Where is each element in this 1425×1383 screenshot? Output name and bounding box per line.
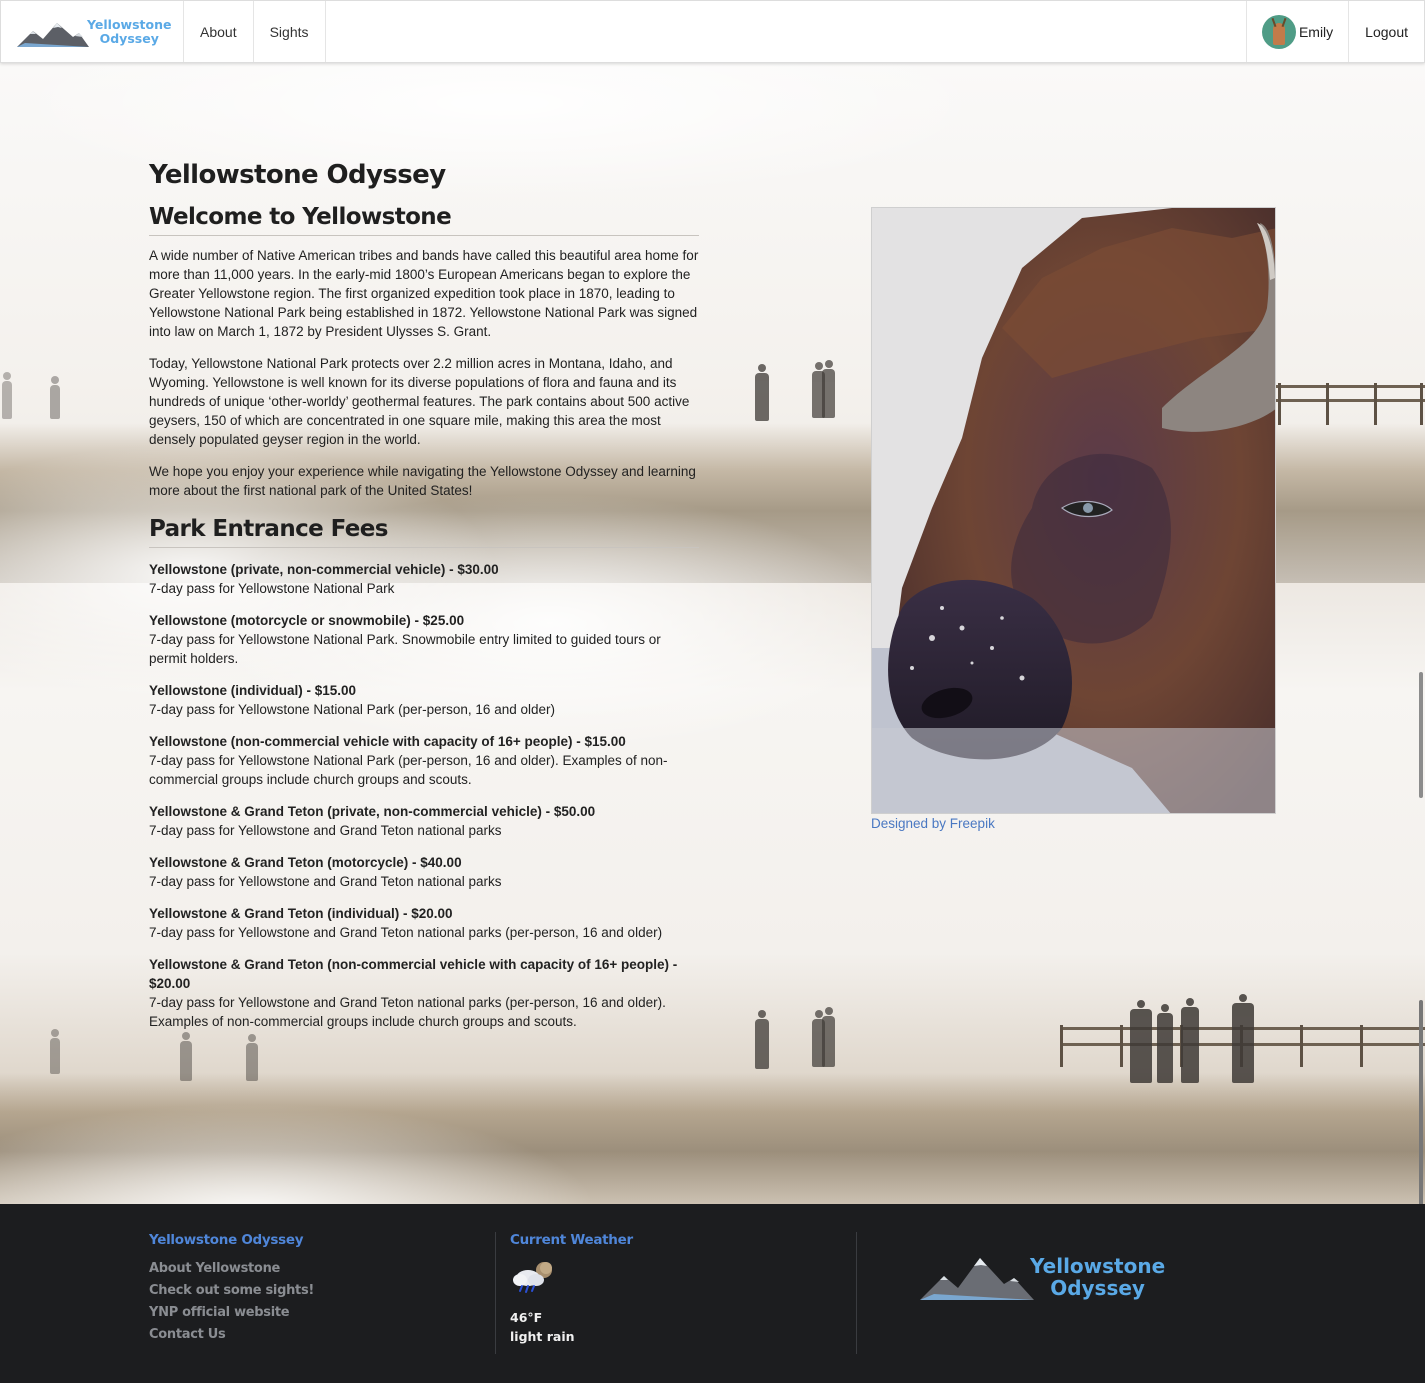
fee-desc: 7-day pass for Yellowstone National Park… [149, 632, 661, 666]
fee-title: Yellowstone (motorcycle or snowmobile) -… [149, 613, 465, 628]
hiker-figure [822, 360, 835, 418]
user-menu[interactable]: Emily [1245, 1, 1350, 62]
logout-link[interactable]: Logout [1349, 1, 1424, 62]
intro-paragraph: Today, Yellowstone National Park protect… [149, 356, 690, 447]
brand-text: Yellowstone Odyssey [87, 16, 172, 46]
footer-links: About Yellowstone Check out some sights!… [149, 1258, 314, 1346]
page-title: Yellowstone Odyssey [149, 160, 446, 190]
fee-title: Yellowstone & Grand Teton (private, non-… [149, 804, 596, 819]
fee-desc: 7-day pass for Yellowstone and Grand Tet… [149, 995, 666, 1029]
intro-paragraph: A wide number of Native American tribes … [149, 248, 699, 339]
hiker-figure [246, 1034, 258, 1081]
brand-line1: Yellowstone [87, 16, 172, 32]
mountain-logo-icon [17, 22, 89, 47]
fee-item: Yellowstone (private, non-commercial veh… [149, 560, 699, 598]
hiker-figure [755, 1010, 769, 1069]
intro-paragraph: We hope you enjoy your experience while … [149, 464, 696, 498]
weather-temperature: 46°F [510, 1310, 543, 1325]
brand-line2: Odyssey [99, 30, 159, 46]
fee-item: Yellowstone & Grand Teton (motorcycle) -… [149, 853, 699, 891]
top-navbar: Yellowstone Odyssey About Sights Emily L… [0, 0, 1425, 63]
fee-title: Yellowstone & Grand Teton (individual) -… [149, 906, 453, 921]
brand-logo[interactable]: Yellowstone Odyssey [1, 1, 184, 62]
hiker-figure [822, 1007, 835, 1067]
welcome-heading: Welcome to Yellowstone [149, 202, 699, 236]
user-name: Emily [1298, 23, 1334, 40]
footer-weather-column: Current Weather 46°F light rain [510, 1232, 633, 1346]
rain-cloud-icon [510, 1260, 556, 1296]
bison-photo [871, 207, 1276, 814]
weather-title: Current Weather [510, 1232, 633, 1248]
footer-logo[interactable]: Yellowstone Odyssey [920, 1254, 1165, 1300]
footer-divider [495, 1232, 496, 1354]
hiker-figure [1232, 994, 1254, 1083]
footer-link-sights[interactable]: Check out some sights! [149, 1280, 314, 1302]
hiker-figure [50, 376, 60, 419]
fee-title: Yellowstone & Grand Teton (non-commercia… [149, 957, 678, 991]
fee-item: Yellowstone & Grand Teton (individual) -… [149, 904, 699, 942]
fees-section: Park Entrance Fees Yellowstone (private,… [149, 514, 699, 1031]
fee-item: Yellowstone (non-commercial vehicle with… [149, 732, 699, 789]
fee-item: Yellowstone & Grand Teton (private, non-… [149, 802, 699, 840]
footer-logo-text: Yellowstone Odyssey [1030, 1255, 1165, 1299]
fee-desc: 7-day pass for Yellowstone National Park [149, 581, 395, 596]
hiker-figure [1157, 1004, 1173, 1083]
main-content: Yellowstone Odyssey Welcome to Yellowsto… [149, 158, 699, 1031]
nav-sights-link[interactable]: Sights [254, 1, 326, 62]
deer-avatar-icon [1261, 14, 1296, 49]
hiker-figure [50, 1029, 60, 1074]
footer-link-ynp[interactable]: YNP official website [149, 1302, 314, 1324]
fee-desc: 7-day pass for Yellowstone and Grand Tet… [149, 925, 663, 940]
site-footer: Yellowstone Odyssey About Yellowstone Ch… [0, 1204, 1425, 1383]
fee-desc: 7-day pass for Yellowstone National Park… [149, 702, 555, 717]
fee-item: Yellowstone (motorcycle or snowmobile) -… [149, 611, 699, 668]
fee-desc: 7-day pass for Yellowstone and Grand Tet… [149, 874, 502, 889]
hiker-figure [1130, 1000, 1152, 1083]
hiker-figure [180, 1032, 192, 1081]
intro-section: A wide number of Native American tribes … [149, 246, 699, 500]
scrollbar-thumb[interactable] [1419, 672, 1423, 798]
fee-item: Yellowstone & Grand Teton (non-commercia… [149, 955, 699, 1031]
fence-upper [1276, 383, 1425, 425]
footer-logo-line2: Odyssey [1050, 1276, 1145, 1300]
fee-title: Yellowstone (non-commercial vehicle with… [149, 734, 626, 749]
fee-item: Yellowstone (individual) - $15.00 7-day … [149, 681, 699, 719]
hiker-figure [755, 364, 769, 421]
mountain-logo-icon [920, 1258, 1034, 1300]
fee-title: Yellowstone (private, non-commercial veh… [149, 562, 499, 577]
footer-divider [856, 1232, 857, 1354]
footer-link-contact[interactable]: Contact Us [149, 1324, 314, 1346]
hiker-figure [1181, 998, 1199, 1083]
fee-desc: 7-day pass for Yellowstone National Park… [149, 753, 668, 787]
fee-title: Yellowstone (individual) - $15.00 [149, 683, 357, 698]
footer-title: Yellowstone Odyssey [149, 1232, 304, 1248]
image-credit-link[interactable]: Designed by Freepik [871, 816, 995, 831]
weather-conditions: light rain [510, 1329, 575, 1344]
footer-link-about[interactable]: About Yellowstone [149, 1258, 314, 1280]
bison-illustration [872, 208, 1275, 813]
fee-desc: 7-day pass for Yellowstone and Grand Tet… [149, 823, 502, 838]
fees-heading: Park Entrance Fees [149, 514, 699, 548]
hiker-figure [2, 372, 12, 419]
footer-links-column: Yellowstone Odyssey About Yellowstone Ch… [149, 1232, 314, 1346]
footer-logo-line1: Yellowstone [1030, 1254, 1166, 1278]
nav-about-link[interactable]: About [184, 1, 254, 62]
fee-title: Yellowstone & Grand Teton (motorcycle) -… [149, 855, 462, 870]
